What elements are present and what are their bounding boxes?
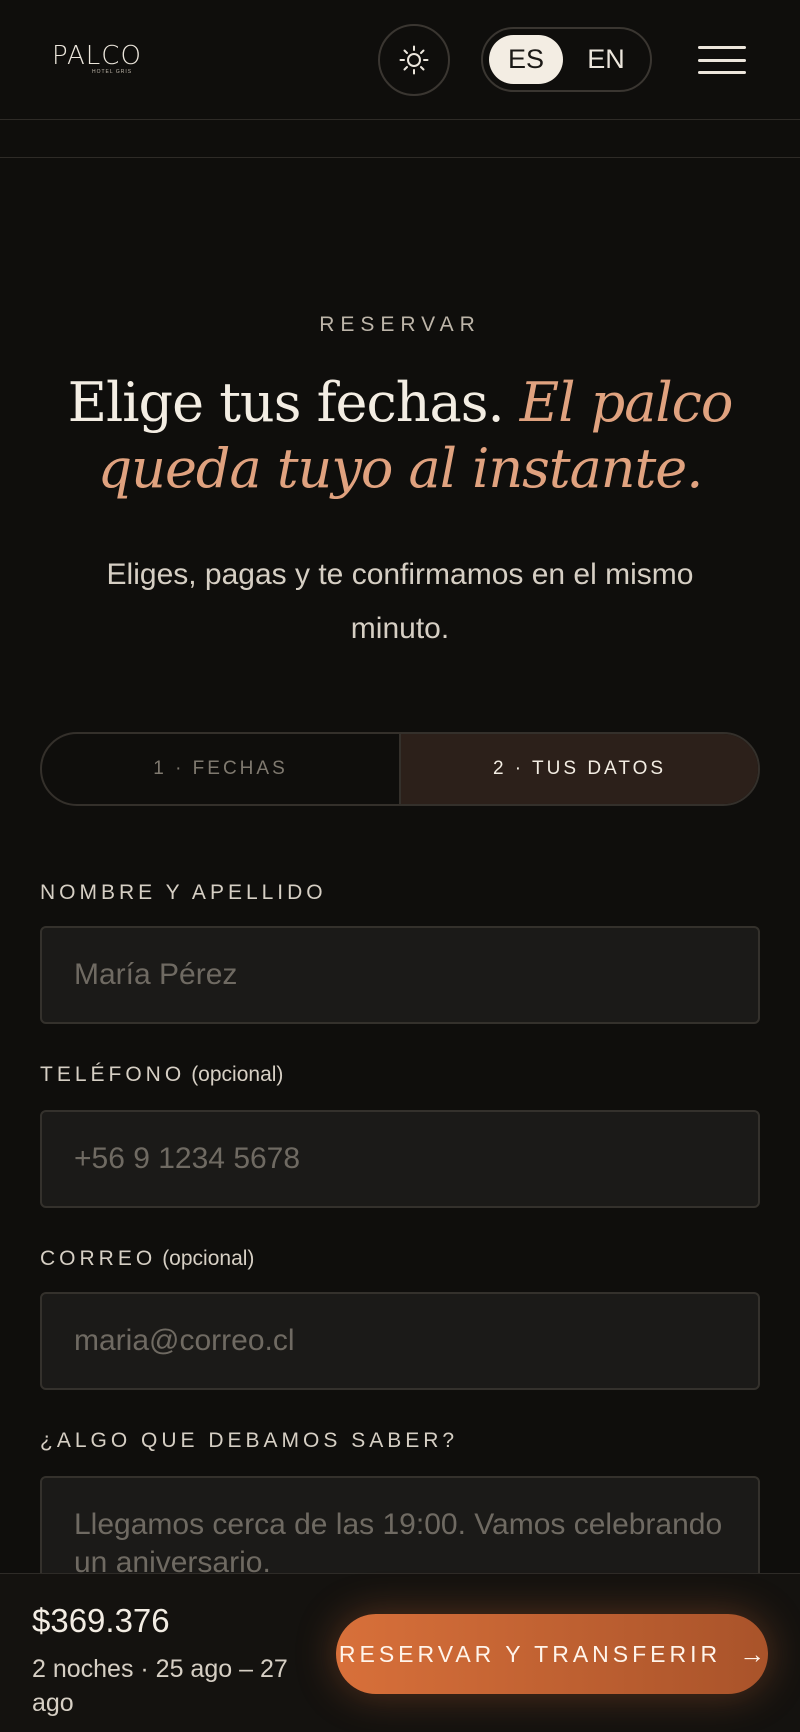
logo-text: PALCO bbox=[52, 41, 142, 71]
logo[interactable]: PALCO HOTEL GRIS bbox=[52, 42, 152, 82]
step-details[interactable]: 2 · TUS DATOS bbox=[399, 734, 758, 804]
logo-subtext: HOTEL GRIS bbox=[92, 69, 133, 75]
reserve-transfer-button[interactable]: RESERVAR Y TRANSFERIR → bbox=[336, 1614, 768, 1694]
booking-summary-bar: $369.376 2 noches · 25 ago – 27 ago RESE… bbox=[0, 1573, 800, 1732]
phone-label: TELÉFONO (opcional) bbox=[40, 1063, 283, 1087]
email-input[interactable] bbox=[40, 1292, 760, 1390]
lang-en-button[interactable]: EN bbox=[569, 35, 643, 84]
hamburger-icon-line bbox=[698, 71, 746, 74]
cta-label: RESERVAR Y TRANSFERIR bbox=[338, 1640, 722, 1667]
headline-plain: Elige tus fechas. bbox=[67, 371, 520, 434]
page-subtitle: Eliges, pagas y te confirmamos en el mis… bbox=[106, 558, 694, 645]
hamburger-icon-line bbox=[698, 58, 746, 62]
phone-input[interactable] bbox=[40, 1110, 760, 1208]
name-input[interactable] bbox=[40, 926, 760, 1024]
email-optional-hint: (opcional) bbox=[162, 1247, 255, 1270]
phone-label-text: TELÉFONO bbox=[40, 1063, 186, 1086]
page-title: Elige tus fechas. El palco queda tuyo al… bbox=[30, 370, 770, 502]
notes-label: ¿ALGO QUE DEBAMOS SABER? bbox=[40, 1429, 458, 1453]
notes-label-text: ¿ALGO QUE DEBAMOS SABER? bbox=[40, 1429, 459, 1452]
step-dates[interactable]: 1 · FECHAS bbox=[42, 734, 399, 804]
phone-optional-hint: (opcional) bbox=[191, 1063, 284, 1086]
theme-toggle-button[interactable] bbox=[378, 24, 450, 96]
arrow-right-icon: → bbox=[739, 1638, 766, 1669]
sub-header-bar bbox=[0, 121, 800, 158]
lang-es-button[interactable]: ES bbox=[489, 35, 563, 84]
name-label-text: NOMBRE Y APELLIDO bbox=[40, 881, 327, 904]
stay-summary: 2 noches · 25 ago – 27 ago bbox=[32, 1655, 288, 1717]
total-price: $369.376 bbox=[32, 1602, 170, 1639]
email-label: CORREO (opcional) bbox=[40, 1247, 254, 1271]
sun-icon bbox=[399, 45, 429, 75]
section-eyebrow: RESERVAR bbox=[319, 313, 481, 336]
email-label-text: CORREO bbox=[40, 1247, 157, 1270]
site-header: PALCO HOTEL GRIS ES EN bbox=[0, 0, 800, 120]
name-label: NOMBRE Y APELLIDO bbox=[40, 881, 327, 905]
hamburger-icon bbox=[698, 46, 746, 49]
menu-button[interactable] bbox=[698, 42, 746, 78]
language-toggle: ES EN bbox=[481, 27, 652, 92]
booking-steps: 1 · FECHAS 2 · TUS DATOS bbox=[40, 732, 760, 806]
